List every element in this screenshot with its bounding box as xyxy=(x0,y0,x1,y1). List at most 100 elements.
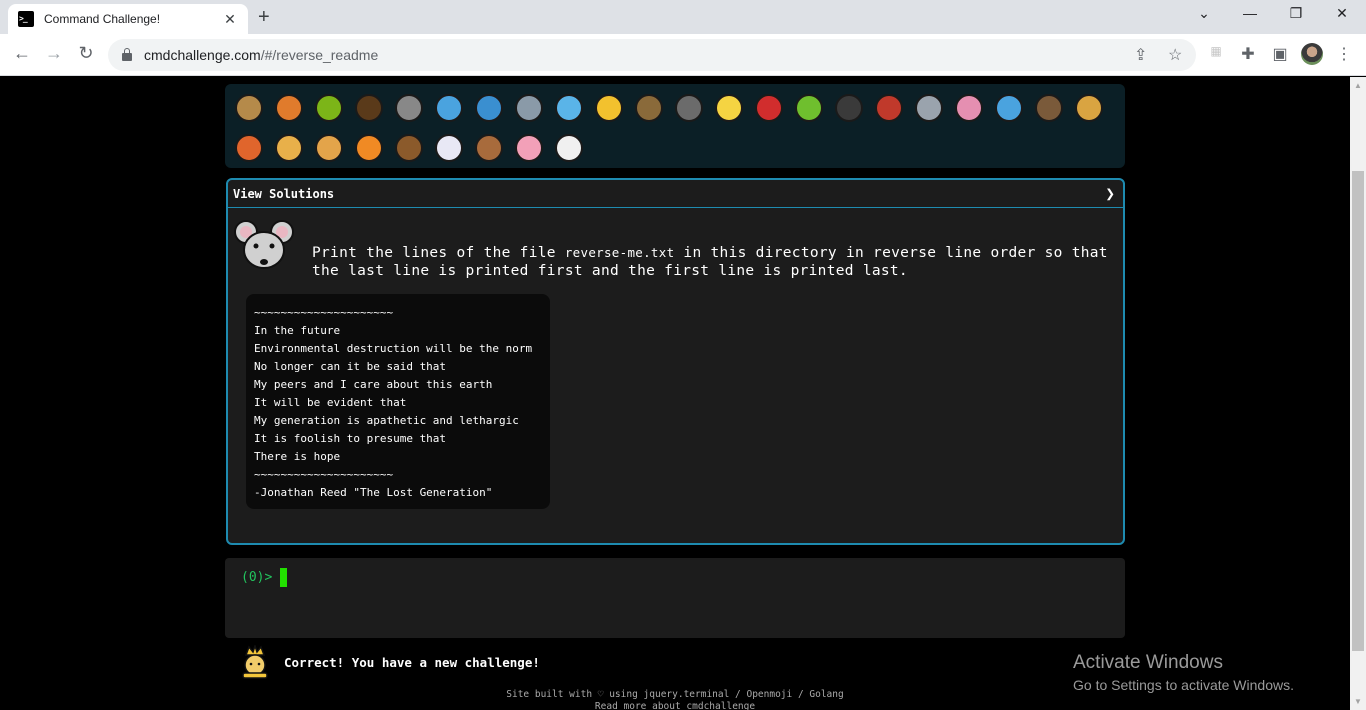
chevron-right-icon[interactable]: ❯ xyxy=(1105,184,1115,203)
ant-icon[interactable] xyxy=(349,88,389,128)
mouse-icon xyxy=(234,220,294,269)
puzzle-icon[interactable]: ✚ xyxy=(1238,44,1258,64)
file-line: It is foolish to presume that xyxy=(254,432,447,445)
blowfish-icon[interactable] xyxy=(629,88,669,128)
horse-icon[interactable] xyxy=(389,128,429,168)
lock-icon xyxy=(122,48,132,61)
tab-close-icon[interactable]: ✕ xyxy=(222,11,238,28)
wolf-icon-shape xyxy=(675,94,703,122)
ladybug-icon[interactable] xyxy=(749,88,789,128)
microbe-icon[interactable] xyxy=(989,88,1029,128)
spider-web-icon-shape xyxy=(395,94,423,122)
lion-icon-shape xyxy=(315,134,343,162)
challenge-panel: View Solutions ❯ Print the lines of the … xyxy=(226,178,1125,545)
file-line: -Jonathan Reed "The Lost Generation" xyxy=(254,486,493,499)
star-icon[interactable]: ☆ xyxy=(1168,45,1182,65)
page-content: View Solutions ❯ Print the lines of the … xyxy=(0,77,1350,710)
lizard-icon[interactable] xyxy=(789,88,829,128)
close-window-button[interactable]: ✕ xyxy=(1322,5,1362,22)
cat-icon[interactable] xyxy=(269,128,309,168)
file-line: My generation is apathetic and lethargic xyxy=(254,414,519,427)
horse-icon-shape xyxy=(395,134,423,162)
bee-icon-shape xyxy=(715,94,743,122)
cat-icon-shape xyxy=(275,134,303,162)
status-message: Correct! You have a new challenge! xyxy=(284,654,540,670)
butterfly-icon-shape xyxy=(275,94,303,122)
unicorn-icon-shape xyxy=(435,134,463,162)
scorpion-icon[interactable] xyxy=(869,88,909,128)
extension-placeholder-icon[interactable]: ▦ xyxy=(1206,44,1226,58)
fox-icon[interactable] xyxy=(229,128,269,168)
crowned-face-icon xyxy=(242,645,268,679)
view-solutions-label: View Solutions xyxy=(233,186,335,201)
file-line: It will be evident that xyxy=(254,396,407,409)
cow-icon-shape xyxy=(475,134,503,162)
pig-icon[interactable] xyxy=(509,128,549,168)
unicorn-icon[interactable] xyxy=(429,128,469,168)
fly-icon[interactable] xyxy=(909,88,949,128)
side-panel-icon[interactable]: ▣ xyxy=(1270,44,1290,64)
minimize-button[interactable]: — xyxy=(1230,5,1270,21)
tab-title: Command Challenge! xyxy=(44,12,161,26)
mosquito-icon[interactable] xyxy=(829,88,869,128)
file-contents-box: ~~~~~~~~~~~~~~~~~~~~~ In the future Enviro… xyxy=(246,294,550,509)
page-scrollbar[interactable]: ▲ ▼ xyxy=(1350,77,1366,710)
footer-read-more-link[interactable]: Read more about cmdchallenge xyxy=(400,701,950,710)
view-solutions-header[interactable]: View Solutions ❯ xyxy=(228,180,1123,208)
spider-web-icon[interactable] xyxy=(389,88,429,128)
lion-icon[interactable] xyxy=(309,128,349,168)
pig-icon-shape xyxy=(515,134,543,162)
url-text: cmdchallenge.com/#/reverse_readme xyxy=(144,47,379,63)
share-icon[interactable]: ⇪ xyxy=(1134,45,1147,65)
caterpillar-icon-shape xyxy=(315,94,343,122)
tab-search-icon[interactable]: ⌄ xyxy=(1184,5,1224,22)
fish-icon[interactable] xyxy=(549,88,589,128)
mouse-icon[interactable] xyxy=(549,128,589,168)
file-line: There is hope xyxy=(254,450,341,463)
reload-icon[interactable]: ↻ xyxy=(74,43,98,64)
mosquito-icon-shape xyxy=(835,94,863,122)
activate-windows-watermark: Activate Windows Go to Settings to activ… xyxy=(1073,652,1294,693)
scroll-thumb[interactable] xyxy=(1352,171,1364,651)
watermark-title: Activate Windows xyxy=(1073,652,1223,673)
tropical-fish-icon[interactable] xyxy=(589,88,629,128)
browser-tab[interactable]: Command Challenge! ✕ xyxy=(8,4,248,34)
file-line: No longer can it be said that xyxy=(254,360,447,373)
cow-icon[interactable] xyxy=(469,128,509,168)
microbe-icon-shape xyxy=(995,94,1023,122)
challenge-filename: reverse-me.txt xyxy=(564,245,675,260)
scroll-down-icon[interactable]: ▼ xyxy=(1354,697,1362,706)
shark-icon[interactable] xyxy=(509,88,549,128)
challenge-description: Print the lines of the file reverse-me.t… xyxy=(312,245,1108,279)
terminal[interactable]: (0)> xyxy=(225,558,1125,638)
address-bar[interactable]: cmdchallenge.com/#/reverse_readme ⇪ ☆ xyxy=(108,39,1196,71)
caterpillar-icon[interactable] xyxy=(309,88,349,128)
avatar[interactable] xyxy=(1301,43,1323,65)
dolphin-icon[interactable] xyxy=(469,88,509,128)
fish-icon-shape xyxy=(555,94,583,122)
browser-toolbar: ← → ↻ cmdchallenge.com/#/reverse_readme … xyxy=(0,34,1366,76)
monkey-icon[interactable] xyxy=(1029,88,1069,128)
monkey-icon-shape xyxy=(1035,94,1063,122)
new-tab-button[interactable]: + xyxy=(258,6,270,29)
file-line: My peers and I care about this earth xyxy=(254,378,493,391)
bee-icon[interactable] xyxy=(709,88,749,128)
kebab-menu-icon[interactable]: ⋮ xyxy=(1334,44,1354,64)
dog-icon[interactable] xyxy=(1069,88,1109,128)
footer: Site built with ♡ using jquery.terminal … xyxy=(400,689,950,710)
worm-icon[interactable] xyxy=(949,88,989,128)
forward-icon[interactable]: → xyxy=(42,43,66,64)
restore-button[interactable]: ❐ xyxy=(1276,5,1316,22)
file-line: ~~~~~~~~~~~~~~~~~~~~~ xyxy=(254,468,394,481)
tiger-icon[interactable] xyxy=(349,128,389,168)
whale-icon[interactable] xyxy=(429,88,469,128)
butterfly-icon[interactable] xyxy=(269,88,309,128)
blowfish-icon-shape xyxy=(635,94,663,122)
scroll-up-icon[interactable]: ▲ xyxy=(1354,81,1362,90)
snail-icon-shape xyxy=(235,94,263,122)
watermark-subtitle: Go to Settings to activate Windows. xyxy=(1073,677,1294,693)
wolf-icon[interactable] xyxy=(669,88,709,128)
snail-icon[interactable] xyxy=(229,88,269,128)
back-icon[interactable]: ← xyxy=(10,43,34,64)
challenge-animal-grid xyxy=(225,84,1125,168)
